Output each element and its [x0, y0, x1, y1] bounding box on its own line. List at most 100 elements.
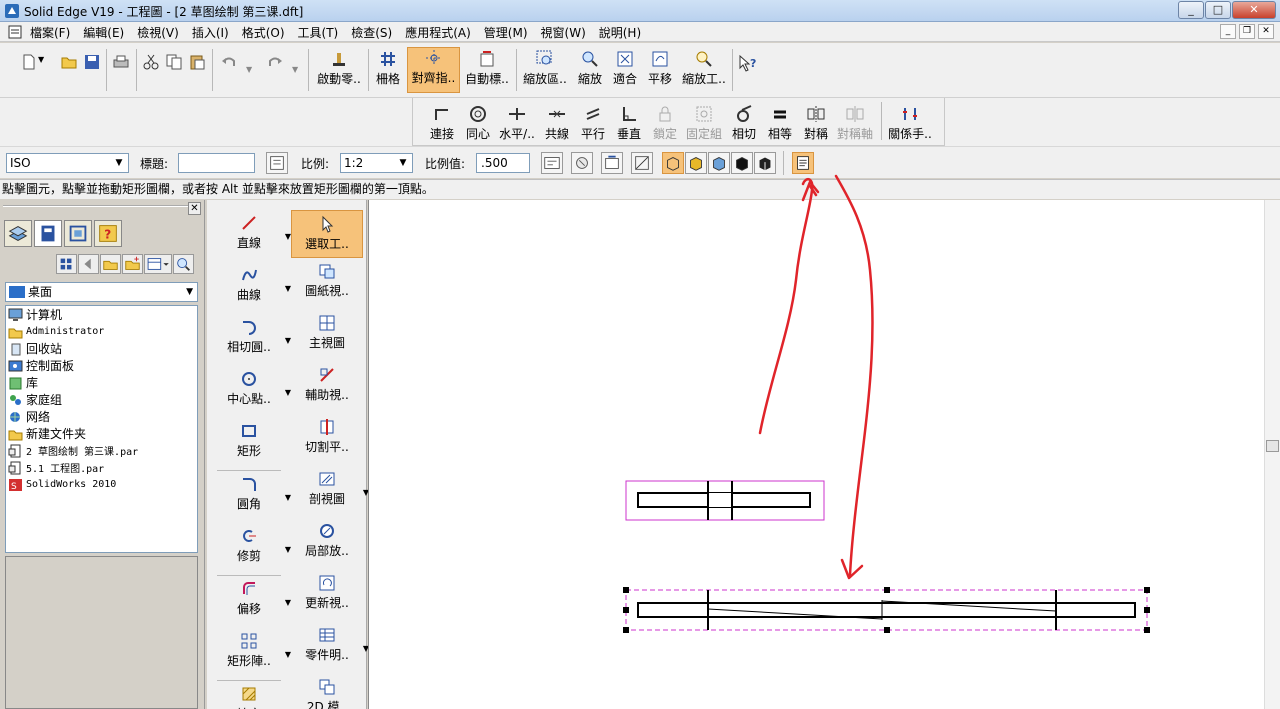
- undo-icon[interactable]: [220, 53, 238, 71]
- view-wizard-icon[interactable]: [571, 152, 593, 174]
- symmetric-relation-button[interactable]: 對稱: [799, 104, 833, 142]
- grid-button[interactable]: 柵格: [372, 49, 404, 91]
- rectangular-pattern-button[interactable]: 矩形陣.. ▼: [213, 632, 291, 680]
- menu-inspect[interactable]: 檢查(S): [351, 24, 392, 41]
- title-properties-icon[interactable]: [266, 152, 288, 174]
- doc-minimize-button[interactable]: _: [1220, 24, 1236, 39]
- fillet-tool-button[interactable]: 圓角 ▼: [213, 475, 291, 523]
- file-list-item[interactable]: 控制面板: [6, 357, 197, 374]
- relationship-handles-button[interactable]: 關係手..: [887, 104, 933, 142]
- tangent-arc-tool-button[interactable]: 相切圓.. ▼: [213, 318, 291, 366]
- 2d-model-view-button[interactable]: 2D 模..: [291, 678, 363, 709]
- folder-location-select[interactable]: 桌面 ▼: [5, 282, 198, 302]
- title-input[interactable]: [178, 153, 255, 173]
- shaded-visible-edges-icon[interactable]: [708, 152, 730, 174]
- new-file-icon[interactable]: [20, 53, 38, 71]
- rigid-set-relation-button[interactable]: 固定組: [684, 104, 724, 142]
- connect-relation-button[interactable]: 連接: [425, 104, 459, 142]
- menu-manage[interactable]: 管理(M): [484, 24, 528, 41]
- help-tab-icon[interactable]: ?: [94, 220, 122, 247]
- rectangle-tool-button[interactable]: 矩形: [213, 422, 285, 470]
- pane-grip[interactable]: [3, 205, 201, 213]
- scale-value-input[interactable]: .500: [476, 153, 530, 173]
- open-folder-icon[interactable]: [60, 53, 78, 71]
- vertical-scrollbar[interactable]: [1264, 200, 1280, 709]
- detail-view-button[interactable]: 局部放..: [291, 522, 363, 570]
- menu-help[interactable]: 說明(H): [599, 24, 641, 41]
- doc-close-button[interactable]: ✕: [1258, 24, 1274, 39]
- copy-icon[interactable]: [165, 53, 183, 71]
- shaded-icon[interactable]: [685, 152, 707, 174]
- menu-view[interactable]: 檢視(V): [137, 24, 179, 41]
- curve-tool-button[interactable]: 曲線 ▼: [213, 266, 291, 314]
- tangent-relation-button[interactable]: 相切: [727, 104, 761, 142]
- line-tool-button[interactable]: 直線 ▼: [213, 214, 291, 262]
- file-list-item[interactable]: 新建文件夹: [6, 425, 197, 442]
- horizontal-vertical-relation-button[interactable]: 水平/..: [497, 104, 537, 142]
- close-pane-icon[interactable]: ✕: [188, 202, 201, 215]
- collinear-relation-button[interactable]: 共線: [540, 104, 574, 142]
- trim-tool-button[interactable]: 修剪 ▼: [213, 527, 291, 575]
- hidden-edges-icon[interactable]: [731, 152, 753, 174]
- parallel-relation-button[interactable]: 平行: [576, 104, 610, 142]
- file-list-item[interactable]: 家庭组: [6, 391, 197, 408]
- menu-tools[interactable]: 工具(T): [298, 24, 339, 41]
- maximize-button[interactable]: □: [1205, 1, 1231, 19]
- scale-select[interactable]: 1:2 ▼: [340, 153, 413, 173]
- file-list-item[interactable]: 计算机: [6, 306, 197, 323]
- principal-view-button[interactable]: 主視圖: [291, 314, 363, 362]
- perpendicular-relation-button[interactable]: 垂直: [612, 104, 646, 142]
- select-tool-button[interactable]: 選取工..: [291, 210, 363, 258]
- layers-tab-icon[interactable]: [4, 220, 32, 247]
- library-tab-icon[interactable]: [34, 220, 62, 247]
- center-point-circle-button[interactable]: 中心點.. ▼: [213, 370, 291, 418]
- doc-restore-button[interactable]: ❐: [1239, 24, 1255, 39]
- section-view-button[interactable]: 剖視圖 ▼: [291, 470, 369, 518]
- menu-window[interactable]: 視窗(W): [541, 24, 586, 41]
- start-part-button[interactable]: 啟動零..: [314, 49, 364, 91]
- menu-file[interactable]: 檔案(F): [30, 24, 70, 41]
- save-icon[interactable]: [83, 53, 101, 71]
- views-dropdown-icon[interactable]: [144, 254, 172, 274]
- standard-select[interactable]: ISO ▼: [6, 153, 129, 173]
- scrollbar-thumb[interactable]: [1266, 440, 1279, 452]
- lock-relation-button[interactable]: 鎖定: [648, 104, 682, 142]
- fill-tool-button[interactable]: 填充: [213, 685, 285, 709]
- zoom-area-button[interactable]: 縮放區..: [520, 49, 570, 91]
- property-text-icon[interactable]: [792, 152, 814, 174]
- menu-insert[interactable]: 插入(I): [192, 24, 229, 41]
- redo-icon[interactable]: [266, 53, 284, 71]
- intellisketch-align-button[interactable]: 對齊指..: [407, 47, 460, 93]
- edge-display-icon[interactable]: [631, 152, 653, 174]
- file-list-item[interactable]: 网络: [6, 408, 197, 425]
- context-help-icon[interactable]: ?: [737, 53, 759, 75]
- update-views-button[interactable]: 更新視..: [291, 574, 363, 622]
- cut-icon[interactable]: [142, 53, 160, 71]
- pan-button[interactable]: 平移: [644, 49, 676, 91]
- black-box-icon[interactable]: [754, 152, 776, 174]
- cutting-plane-button[interactable]: 切割平..: [291, 418, 363, 466]
- up-folder-icon[interactable]: [100, 254, 121, 274]
- close-button[interactable]: ✕: [1232, 1, 1276, 19]
- file-list-item[interactable]: Administrator: [6, 323, 197, 340]
- drawing-view-properties-icon[interactable]: [541, 152, 563, 174]
- file-list-item[interactable]: 5.1 工程图.par: [6, 459, 197, 476]
- back-icon[interactable]: [78, 254, 99, 274]
- drawing-view-button[interactable]: 圖紙視..: [291, 262, 363, 310]
- offset-tool-button[interactable]: 偏移 ▼: [213, 580, 291, 628]
- menu-edit[interactable]: 編輯(E): [83, 24, 124, 41]
- update-view-icon[interactable]: [601, 152, 623, 174]
- print-icon[interactable]: [112, 53, 130, 71]
- equal-relation-button[interactable]: 相等: [763, 104, 797, 142]
- file-list-item[interactable]: 2 草图绘制 第三课.par: [6, 442, 197, 459]
- minimize-button[interactable]: _: [1178, 1, 1204, 19]
- symmetry-axis-button[interactable]: 對稱軸: [835, 104, 875, 142]
- view-list-icon[interactable]: [56, 254, 77, 274]
- zoom-button[interactable]: 縮放: [574, 49, 606, 91]
- groups-tab-icon[interactable]: [64, 220, 92, 247]
- new-folder-icon[interactable]: [122, 254, 143, 274]
- document-icon[interactable]: [8, 25, 22, 39]
- menu-format[interactable]: 格式(O): [242, 24, 285, 41]
- undo-dropdown-icon[interactable]: ▼: [246, 65, 264, 83]
- parts-list-button[interactable]: 零件明.. ▼: [291, 626, 369, 674]
